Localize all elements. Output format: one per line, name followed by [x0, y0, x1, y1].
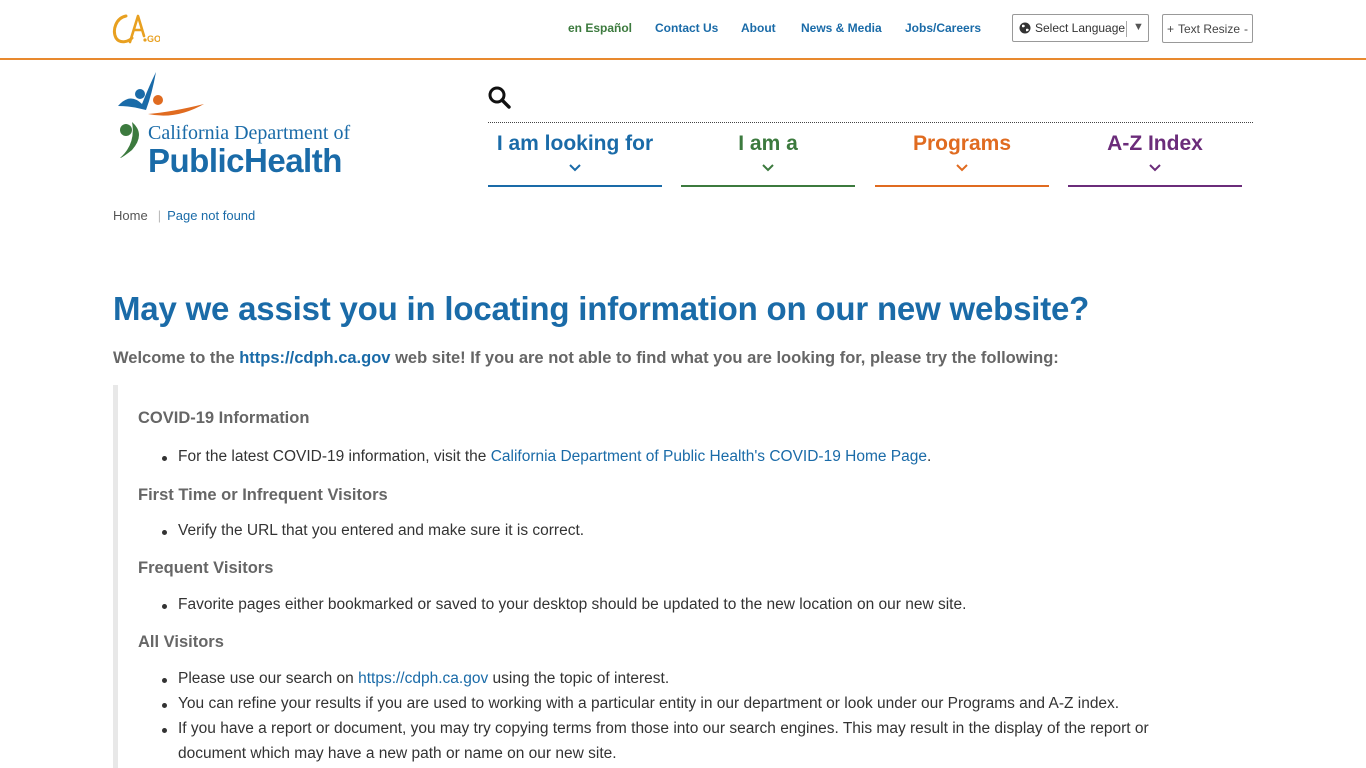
list-item-report: If you have a report or document, you ma… — [162, 720, 1149, 737]
heading-first-time-visitors: First Time or Infrequent Visitors — [138, 486, 388, 504]
search-cdph-link[interactable]: https://cdph.ca.gov — [358, 670, 488, 687]
list-item-report-continued: document which may have a new path or na… — [178, 745, 617, 762]
list-item-search: Please use our search on https://cdph.ca… — [161, 670, 670, 688]
nav-label: I am looking for — [496, 132, 654, 155]
heading-all-visitors: All Visitors — [138, 633, 224, 651]
page-title: May we assist you in locating informatio… — [113, 290, 1090, 327]
select-divider — [1126, 21, 1127, 37]
nav-underline — [1068, 185, 1242, 187]
logo-text-public-health: PublicHealth — [148, 142, 342, 179]
nav-underline — [875, 185, 1049, 187]
select-language-dropdown[interactable]: Select Language ▼ — [1012, 14, 1149, 42]
nav-i-am-a[interactable]: I am a — [681, 130, 855, 187]
all-1-before: Please use our search on — [178, 670, 359, 687]
chevron-down-icon — [956, 164, 968, 172]
list-item-refine: You can refine your results if you are u… — [161, 695, 1120, 712]
nav-i-am-looking-for[interactable]: I am looking for — [488, 130, 662, 187]
heading-covid: COVID-19 Information — [138, 409, 310, 427]
link-jobs-careers[interactable]: Jobs/Careers — [905, 21, 981, 35]
nav-underline — [681, 185, 855, 187]
chevron-down-icon — [762, 164, 774, 172]
increase-text-icon[interactable]: + — [1167, 22, 1174, 36]
link-news-media[interactable]: News & Media — [801, 21, 882, 35]
link-en-espanol[interactable]: en Español — [568, 21, 632, 35]
nav-a-z-index[interactable]: A-Z Index — [1068, 130, 1242, 187]
nav-label: Programs — [912, 132, 1012, 155]
covid-end: . — [927, 448, 932, 465]
nav-programs[interactable]: Programs — [875, 130, 1049, 187]
link-contact-us[interactable]: Contact Us — [655, 21, 718, 35]
text-resize-label: Text Resize — [1177, 21, 1241, 36]
breadcrumb-separator: | — [157, 208, 162, 223]
intro-after: web site! If you are not able to find wh… — [390, 349, 1059, 367]
search-divider — [488, 122, 1253, 123]
nav-underline — [488, 185, 662, 187]
list-item-covid: For the latest COVID-19 information, vis… — [161, 448, 932, 466]
nav-label: A-Z Index — [1107, 132, 1203, 155]
nav-label: I am a — [738, 132, 798, 155]
chevron-down-icon — [1149, 164, 1161, 172]
search-icon[interactable] — [487, 85, 511, 109]
breadcrumb: Home | Page not found — [113, 208, 255, 223]
select-language-label: Select Language — [1035, 21, 1126, 35]
text-resize-control[interactable]: + Text Resize - — [1162, 14, 1253, 43]
all-1-after: using the topic of interest. — [488, 670, 670, 687]
globe-icon — [1019, 22, 1031, 34]
dropdown-arrow-icon: ▼ — [1133, 21, 1144, 33]
utility-bar: GOV en Español Contact Us About News & M… — [0, 0, 1366, 60]
list-item-favorites: Favorite pages either bookmarked or save… — [161, 596, 967, 613]
decrease-text-icon[interactable]: - — [1244, 22, 1248, 36]
heading-frequent-visitors: Frequent Visitors — [138, 559, 274, 577]
breadcrumb-current: Page not found — [167, 208, 256, 223]
link-about[interactable]: About — [741, 21, 776, 35]
covid-text: For the latest COVID-19 information, vis… — [178, 448, 491, 465]
covid-home-page-link[interactable]: California Department of Public Health's… — [491, 448, 927, 465]
intro-cdph-link[interactable]: https://cdph.ca.gov — [239, 349, 390, 367]
intro-text: Welcome to the https://cdph.ca.gov web s… — [113, 349, 1059, 368]
help-content-box: COVID-19 Information For the latest COVI… — [113, 385, 1253, 768]
breadcrumb-home[interactable]: Home — [113, 208, 148, 223]
chevron-down-icon — [569, 164, 581, 172]
list-item-verify-url: Verify the URL that you entered and make… — [161, 522, 585, 539]
intro-before: Welcome to the — [113, 349, 240, 367]
